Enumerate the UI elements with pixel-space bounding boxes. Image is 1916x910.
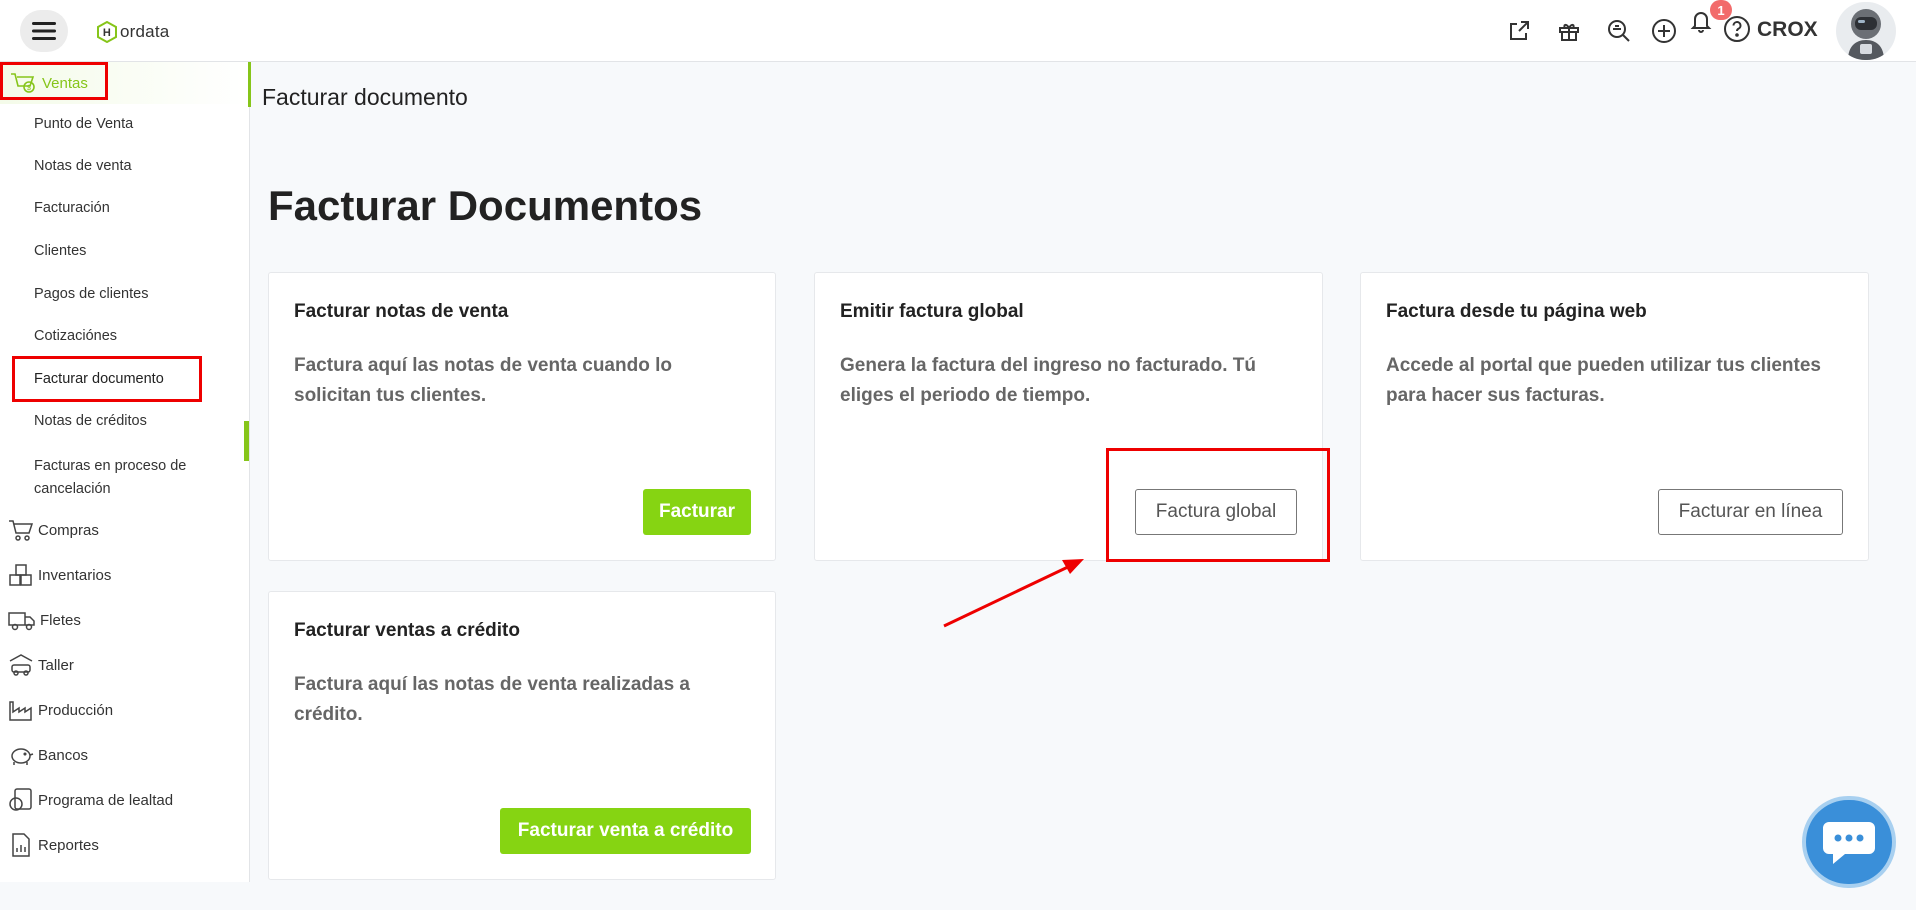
bottom-strip [0, 882, 1916, 910]
help-button[interactable] [1720, 12, 1754, 46]
astronaut-avatar-icon [1848, 9, 1884, 60]
card-description: Genera la factura del ingreso no factura… [840, 355, 1256, 406]
car-garage-icon [9, 654, 33, 676]
boxes-icon [9, 564, 32, 586]
card-facturar-notas: Facturar notas de venta Factura aquí las… [268, 272, 776, 561]
gift-icon [1559, 24, 1579, 41]
sidebar-item-programa-de-lealtad[interactable]: Programa de lealtad [8, 785, 173, 815]
active-item-indicator [244, 421, 249, 461]
piggy-bank-icon [11, 748, 34, 765]
add-button[interactable] [1647, 14, 1681, 48]
facturar-button[interactable]: Facturar [643, 489, 751, 535]
sidebar-item-fletes[interactable]: Fletes [8, 605, 81, 635]
sidebar-item-pagos-de-clientes[interactable]: Pagos de clientes [34, 286, 148, 302]
brand-logo[interactable]: H ordata [96, 20, 169, 44]
sidebar-item-label: Bancos [38, 746, 89, 764]
card-factura-pagina-web: Factura desde tu página web Accede al po… [1360, 272, 1869, 561]
sidebar-item-inventarios[interactable]: Inventarios [8, 560, 111, 590]
card-facturar-ventas-credito: Facturar ventas a crédito Factura aquí l… [268, 591, 776, 880]
sidebar-item-notas-de-venta[interactable]: Notas de venta [34, 158, 132, 174]
gift-button[interactable] [1552, 14, 1586, 48]
facturar-en-linea-button[interactable]: Facturar en línea [1658, 489, 1843, 535]
sidebar-item-label: Reportes [38, 836, 99, 854]
user-avatar[interactable] [1836, 2, 1896, 60]
hamburger-icon [32, 22, 56, 40]
search-icon [1608, 20, 1630, 42]
top-bar: H ordata 1 CROX [0, 0, 1916, 62]
chat-bubble-icon [1823, 822, 1875, 864]
sidebar-item-label: Compras [38, 521, 99, 539]
highlight-box-factura-global [1106, 448, 1330, 562]
logo-text: ordata [120, 22, 170, 41]
question-circle-icon [1724, 16, 1750, 42]
sidebar-item-notas-de-creditos[interactable]: Notas de créditos [34, 413, 147, 429]
breadcrumb: Facturar documento [262, 84, 468, 110]
card-description: Factura aquí las notas de venta realizad… [294, 674, 690, 725]
menu-toggle-button[interactable] [20, 10, 68, 52]
sidebar-item-label: Inventarios [38, 566, 112, 584]
truck-icon [8, 612, 35, 631]
card-title: Emitir factura global [840, 301, 1024, 322]
card-description: Accede al portal que pueden utilizar tus… [1386, 355, 1821, 406]
sidebar-item-produccion[interactable]: Producción [8, 695, 113, 725]
sidebar-item-bancos[interactable]: Bancos [8, 740, 88, 770]
external-link-icon [1510, 21, 1529, 40]
sidebar-item-label: Fletes [40, 611, 81, 629]
content-accent-bar [248, 62, 251, 107]
logo-mark-icon: H [97, 21, 117, 43]
card-title: Factura desde tu página web [1386, 301, 1647, 322]
sidebar-item-facturas-en-cancelacion[interactable]: Facturas en proceso de cancelación [34, 455, 234, 501]
sidebar: $ Ventas Punto de Venta Notas de venta F… [0, 62, 250, 882]
loyalty-card-icon [9, 788, 32, 811]
card-description: Factura aquí las notas de venta cuando l… [294, 355, 672, 406]
sidebar-item-label: Taller [38, 656, 74, 674]
facturar-venta-credito-button[interactable]: Facturar venta a crédito [500, 808, 751, 854]
sidebar-item-clientes[interactable]: Clientes [34, 243, 86, 259]
sidebar-item-compras[interactable]: Compras [8, 515, 99, 545]
svg-text:H: H [103, 27, 111, 39]
sidebar-item-label: Programa de lealtad [38, 791, 174, 809]
sidebar-item-cotizaciones[interactable]: Cotizaciónes [34, 328, 117, 344]
shopping-cart-icon [9, 520, 34, 541]
plus-circle-icon [1652, 19, 1676, 43]
sidebar-item-punto-de-venta[interactable]: Punto de Venta [34, 116, 133, 132]
chat-widget-button[interactable] [1802, 796, 1896, 888]
highlight-box-ventas [0, 62, 108, 100]
username[interactable]: CROX [1757, 18, 1818, 42]
search-button[interactable] [1602, 14, 1636, 48]
sidebar-item-reportes[interactable]: Reportes [8, 830, 99, 860]
card-title: Facturar notas de venta [294, 301, 509, 322]
report-document-icon [12, 833, 30, 857]
annotation-arrow-icon [943, 559, 1084, 628]
page-title: Facturar Documentos [268, 182, 703, 229]
card-title: Facturar ventas a crédito [294, 620, 520, 641]
external-link-button[interactable] [1502, 14, 1536, 48]
factory-icon [9, 701, 32, 721]
sidebar-item-label: Producción [38, 701, 114, 719]
highlight-box-facturar-documento [12, 356, 202, 402]
sidebar-item-facturacion[interactable]: Facturación [34, 200, 110, 216]
sidebar-item-taller[interactable]: Taller [8, 650, 74, 680]
